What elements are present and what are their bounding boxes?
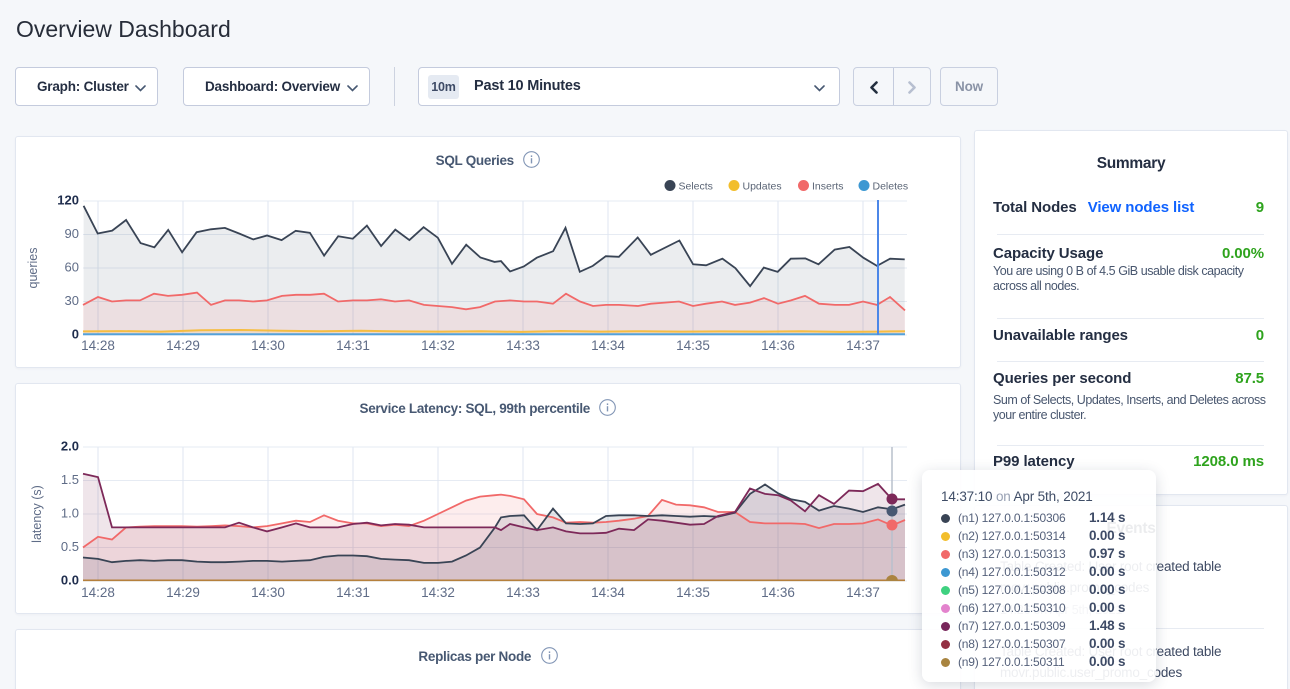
svg-text:14:29: 14:29 <box>166 338 200 353</box>
svg-text:30: 30 <box>65 293 79 308</box>
svg-text:14:37: 14:37 <box>846 338 880 353</box>
svg-text:14:36: 14:36 <box>761 338 795 353</box>
svg-text:Inserts: Inserts <box>812 181 844 193</box>
svg-text:14:33: 14:33 <box>506 338 540 353</box>
svg-text:1.0: 1.0 <box>61 506 79 521</box>
svg-text:14:31: 14:31 <box>336 338 370 353</box>
svg-text:60: 60 <box>65 260 79 275</box>
svg-text:14:28: 14:28 <box>81 585 115 600</box>
svg-text:14:34: 14:34 <box>591 585 625 600</box>
svg-text:14:30: 14:30 <box>251 585 285 600</box>
svg-text:14:37: 14:37 <box>846 585 880 600</box>
svg-text:Selects: Selects <box>679 181 713 193</box>
svg-text:14:30: 14:30 <box>251 338 285 353</box>
svg-text:14:33: 14:33 <box>506 585 540 600</box>
svg-text:90: 90 <box>65 226 79 241</box>
svg-text:14:34: 14:34 <box>591 338 625 353</box>
svg-text:latency (s): latency (s) <box>30 485 44 543</box>
svg-text:0.5: 0.5 <box>61 539 79 554</box>
svg-text:14:31: 14:31 <box>336 585 370 600</box>
svg-text:queries: queries <box>26 248 40 289</box>
svg-text:14:35: 14:35 <box>676 338 710 353</box>
svg-text:14:36: 14:36 <box>761 585 795 600</box>
svg-text:14:32: 14:32 <box>421 585 455 600</box>
svg-text:14:32: 14:32 <box>421 338 455 353</box>
svg-text:1.5: 1.5 <box>61 472 79 487</box>
svg-text:14:29: 14:29 <box>166 585 200 600</box>
svg-text:0.0: 0.0 <box>61 573 79 588</box>
svg-text:14:35: 14:35 <box>676 585 710 600</box>
svg-text:14:28: 14:28 <box>81 338 115 353</box>
svg-text:0: 0 <box>72 327 79 342</box>
svg-text:120: 120 <box>57 193 79 208</box>
svg-text:2.0: 2.0 <box>61 439 79 454</box>
svg-text:Updates: Updates <box>743 181 782 193</box>
svg-text:Deletes: Deletes <box>873 181 909 193</box>
